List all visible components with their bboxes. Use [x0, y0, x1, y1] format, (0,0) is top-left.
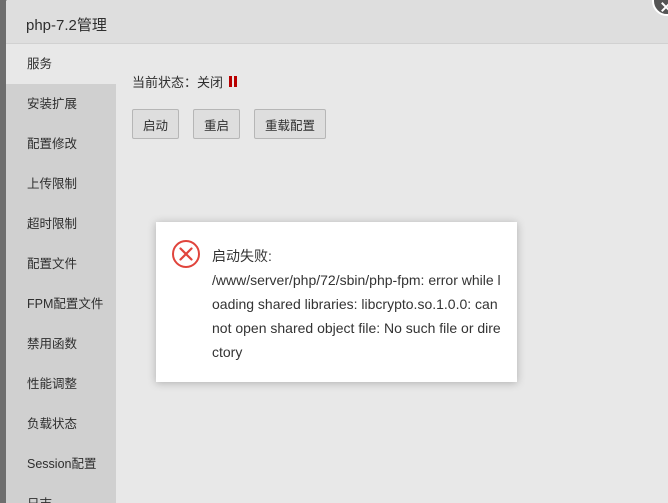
- error-toast: 启动失败: /www/server/php/72/sbin/php-fpm: e…: [156, 222, 517, 382]
- error-message: /www/server/php/72/sbin/php-fpm: error w…: [212, 272, 501, 360]
- error-message-block: 启动失败: /www/server/php/72/sbin/php-fpm: e…: [212, 244, 502, 364]
- php-manager-dialog: php-7.2管理 服务 安装扩展 配置修改 上传限制 超时限制 配置文件 FP…: [6, 0, 668, 503]
- error-title: 启动失败:: [212, 248, 272, 264]
- error-circle-icon: [172, 240, 200, 268]
